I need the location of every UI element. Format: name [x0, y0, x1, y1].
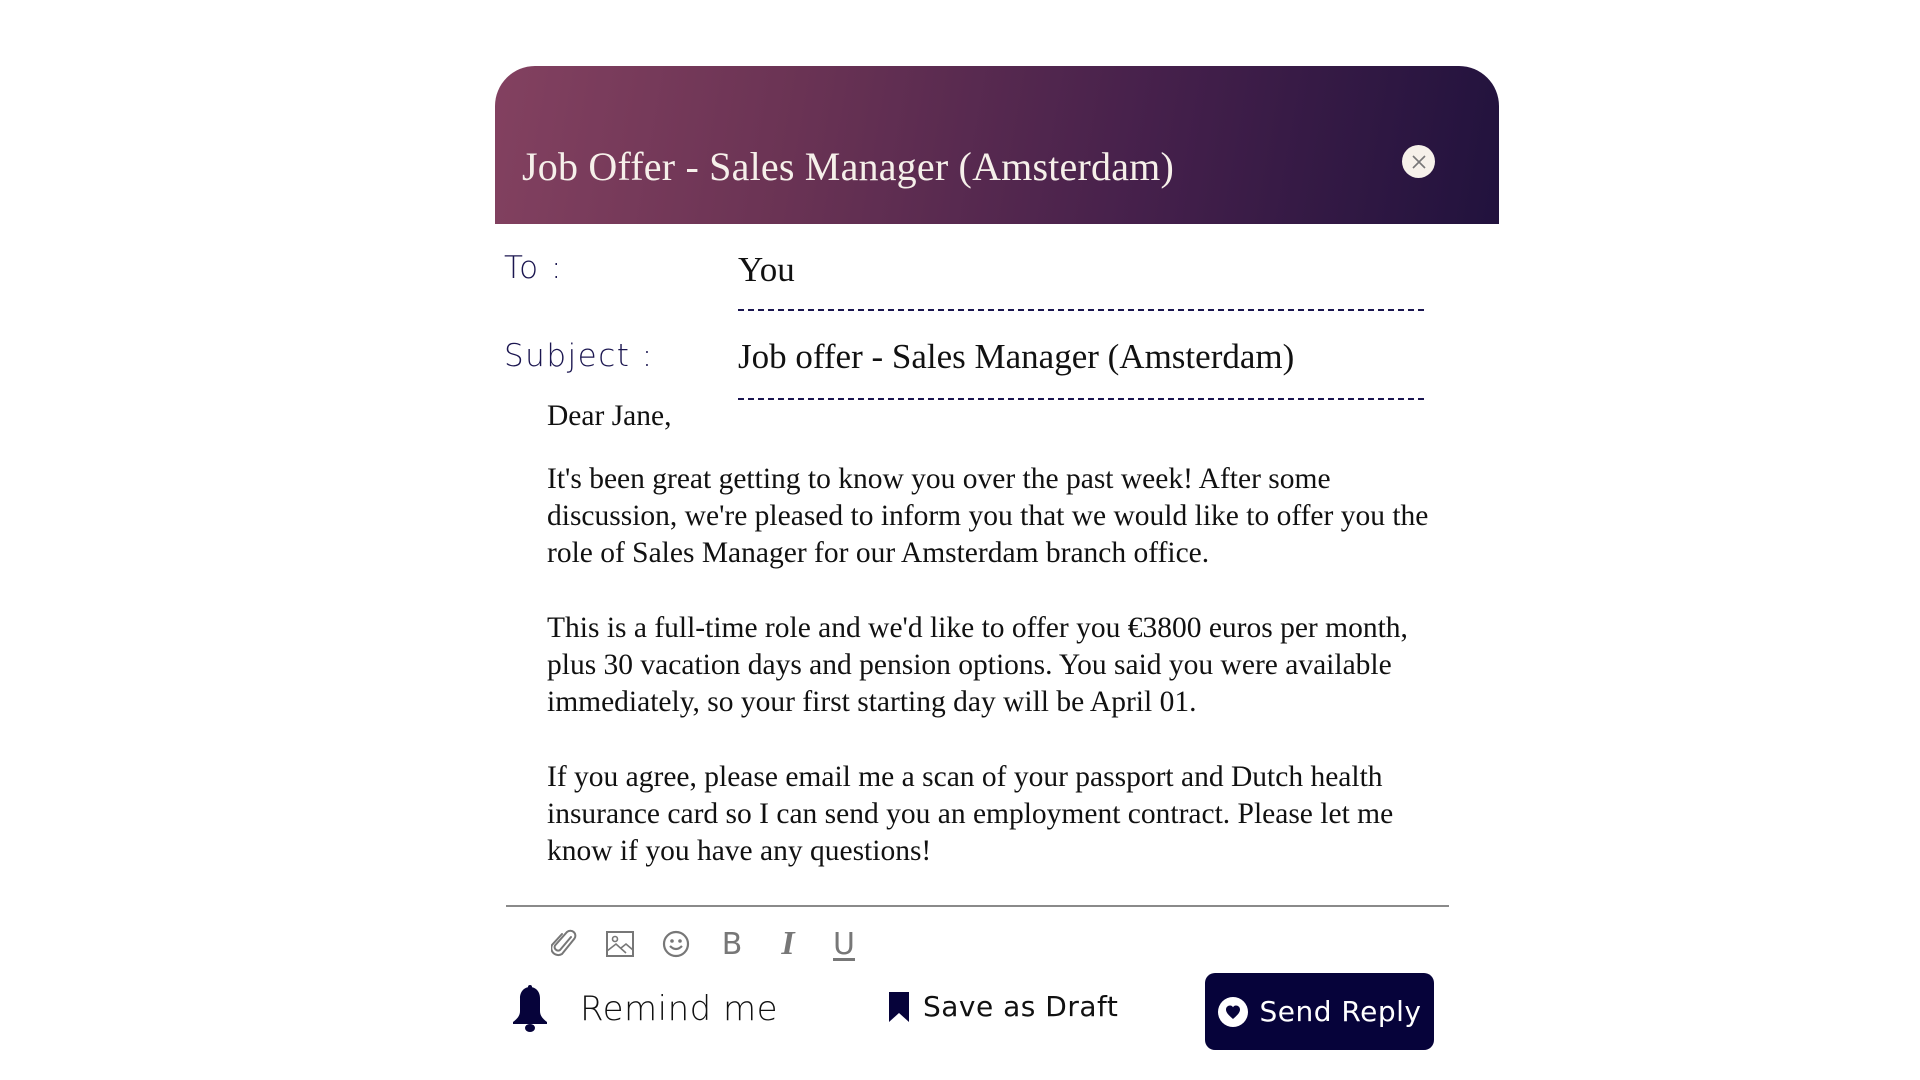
message-paragraph: This is a full-time role and we'd like t…: [547, 612, 1408, 718]
bookmark-icon: [889, 991, 909, 1022]
underline-button[interactable]: U: [825, 925, 863, 963]
bold-icon: B: [721, 926, 743, 962]
italic-icon: I: [781, 925, 795, 962]
smiley-icon: [662, 930, 690, 958]
subject-field[interactable]: Job offer - Sales Manager (Amsterdam): [738, 337, 1294, 377]
message-greeting: Dear Jane,: [547, 400, 672, 432]
save-draft-button[interactable]: Save as Draft: [889, 990, 1118, 1023]
italic-button[interactable]: I: [769, 925, 807, 963]
to-label: To :: [504, 250, 563, 286]
subject-label: Subject :: [504, 338, 654, 374]
message-paragraph: If you agree, please email me a scan of …: [547, 761, 1394, 867]
close-button[interactable]: [1402, 145, 1435, 178]
save-draft-label: Save as Draft: [923, 990, 1119, 1023]
emoji-button[interactable]: [657, 925, 695, 963]
paperclip-icon: [551, 929, 577, 957]
remind-me-label: Remind me: [580, 989, 779, 1029]
message-paragraph: It's been great getting to know you over…: [547, 463, 1429, 569]
close-icon: [1411, 154, 1426, 169]
heart-icon: [1217, 996, 1248, 1027]
to-field-underline: [738, 309, 1424, 311]
formatting-toolbar: B I U: [545, 925, 881, 963]
toolbar-divider: [506, 905, 1449, 907]
send-reply-label: Send Reply: [1259, 995, 1422, 1028]
insert-image-button[interactable]: [601, 925, 639, 963]
bell-icon: [513, 985, 547, 1032]
to-field[interactable]: You: [738, 250, 795, 290]
compose-title: Job Offer - Sales Manager (Amsterdam): [522, 144, 1175, 189]
underline-icon: U: [833, 926, 855, 962]
attach-button[interactable]: [545, 925, 583, 963]
message-body[interactable]: Dear Jane, It's been great getting to kn…: [547, 398, 1447, 870]
bold-button[interactable]: B: [713, 925, 751, 963]
remind-me-button[interactable]: Remind me: [510, 985, 778, 1033]
compose-header: Job Offer - Sales Manager (Amsterdam): [495, 66, 1499, 224]
send-reply-button[interactable]: Send Reply: [1205, 973, 1434, 1050]
image-icon: [606, 931, 634, 957]
